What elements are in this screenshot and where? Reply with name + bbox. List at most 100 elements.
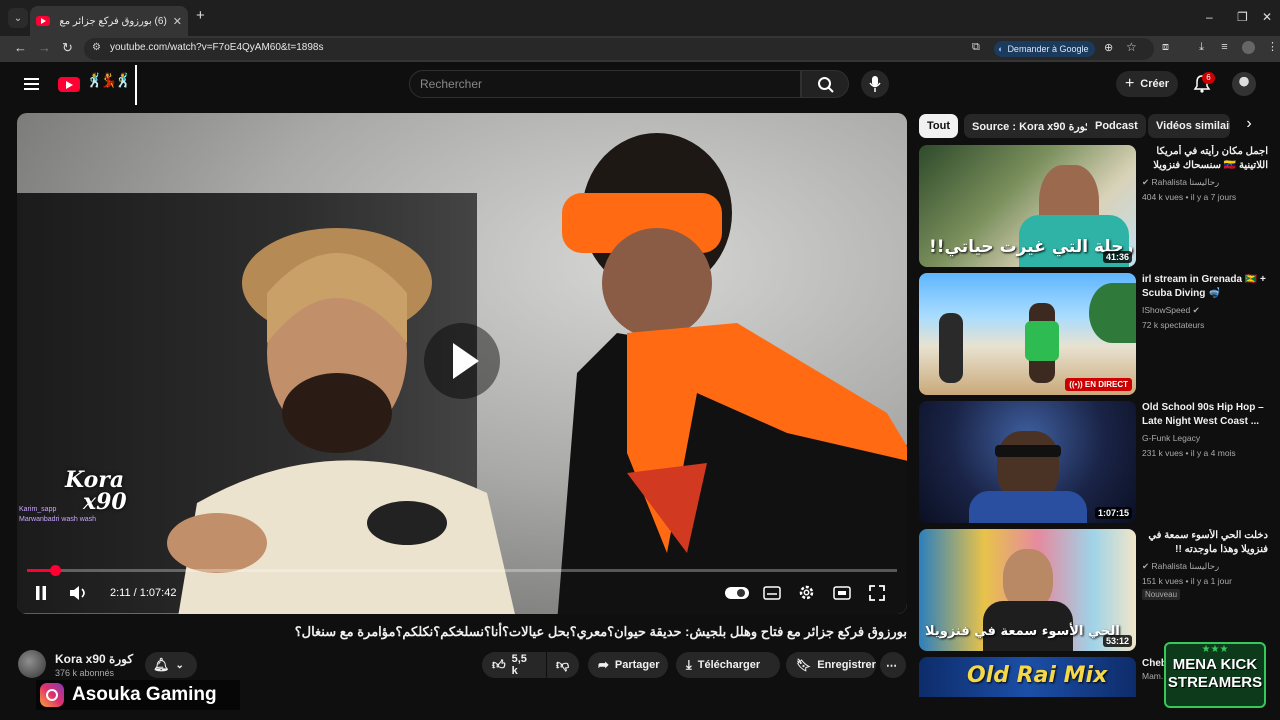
autoplay-toggle[interactable] [725,587,749,599]
youtube-doodle-icon[interactable]: 🕺💃🕺 [86,72,132,96]
youtube-favicon-icon [36,16,50,26]
guide-menu-icon[interactable] [24,77,40,91]
tab-title: (6) بورزوق فركع جزائر مع فتاح [56,15,167,27]
chrome-menu-icon[interactable]: ⋮ [1266,41,1279,54]
recommendation-title[interactable]: irl stream in Grenada 🇬🇩 + Scuba Diving … [1142,273,1268,301]
recommendation-item[interactable]: !!رحلة التي غيرت حياتي 41:36 اجمل مكان ر… [919,145,1269,267]
settings-gear-icon[interactable] [798,584,815,601]
theater-mode-icon[interactable] [833,586,851,600]
recommendation-meta: 72 k spectateurs [1142,320,1205,330]
stars-icon: ★★★ [1201,644,1229,655]
bookmark-icon: 🔖︎ [796,658,812,672]
progress-scrubber[interactable] [49,565,61,576]
bookmark-star-icon[interactable]: ☆ [1126,40,1137,54]
zoom-icon[interactable]: ⊕ [1104,41,1113,54]
recommendation-thumbnail[interactable]: ((•)) EN DIRECT [919,273,1136,395]
create-button[interactable]: + Créer [1116,71,1178,97]
share-button[interactable]: ➦ Partager [588,652,668,678]
chip-source[interactable]: Source : Kora x90 كورة [964,114,1099,138]
channel-name[interactable]: Kora x90 كورة [55,652,133,666]
chip-podcast[interactable]: Podcast [1087,114,1146,138]
tab-search-icon[interactable]: ⌄ [8,8,28,28]
fullscreen-icon[interactable] [869,585,885,601]
recommendation-item[interactable]: ((•)) EN DIRECT irl stream in Grenada 🇬🇩… [919,273,1269,395]
ask-google-button[interactable]: ◐ Demander à Google [994,41,1095,57]
site-info-icon[interactable]: ⚙ [92,42,101,53]
recommendation-meta: 231 k vues • il y a 4 mois [1142,448,1236,458]
recommendation-title[interactable]: Old School 90s Hip Hop – Late Night West… [1142,401,1268,429]
tab-close-icon[interactable]: ✕ [173,15,182,28]
play-button-overlay[interactable] [424,323,500,399]
thumbnail-caption: الحي الأسوء سمعة في فنزويلا [925,624,1120,639]
video-frame-person-hat [167,228,515,614]
pause-icon[interactable] [35,586,47,600]
text-cursor-divider [135,65,137,105]
channel-avatar[interactable] [18,650,46,678]
chip-similar-videos[interactable]: Vidéos similaires [1148,114,1230,138]
thumbnail-tree [1089,283,1136,343]
recommendation-item[interactable]: الحي الأسوء سمعة في فنزويلا 53:12 دخلت ا… [919,529,1269,651]
share-label: Partager [614,659,660,671]
thumbnail-shirt [1025,321,1059,361]
chevron-down-icon: ⌄ [175,659,184,671]
google-lens-icon: ◐ [998,44,1004,54]
volume-icon[interactable] [69,585,89,601]
recommendation-meta: 404 k vues • il y a 7 jours [1142,192,1237,202]
recommendation-thumbnail[interactable]: Old Rai Mix [919,657,1136,697]
subscriber-count: 376 k abonnés [55,668,115,678]
recommendation-channel[interactable]: ✔ Rahalista رحاليستا [1142,177,1219,188]
video-player[interactable]: Kora x90 Karim_sapp Marwanbadri wash was… [17,113,907,614]
chip-all[interactable]: Tout [919,114,959,138]
recommendation-channel[interactable]: ✔ Rahalista رحاليستا [1142,561,1219,572]
chips-next-chevron-icon[interactable]: › [1238,115,1260,137]
save-button[interactable]: 🔖︎ Enregistrer [786,652,876,678]
minimize-icon[interactable]: – [1206,10,1213,24]
recommendation-channel[interactable]: IShowSpeed ✔ [1142,305,1200,316]
forward-icon[interactable]: → [38,40,51,55]
save-label: Enregistrer [817,659,876,671]
url-field[interactable]: ⚙ youtube.com/watch?v=F7oE4QyAM60&t=1898… [84,38,1154,60]
extensions-icon[interactable]: ⧈ [1159,41,1172,54]
live-label: EN DIRECT [1084,380,1128,389]
maximize-icon[interactable]: ❐ [1237,10,1248,24]
time-display: 2:11 / 1:07:42 [110,587,177,599]
recommendation-item[interactable]: 1:07:15 Old School 90s Hip Hop – Late Ni… [919,401,1269,523]
dislike-button[interactable]: 👎︎ [547,652,579,678]
profile-icon[interactable] [1242,41,1255,54]
recommendation-thumbnail[interactable]: 1:07:15 [919,401,1136,523]
thumbnail-shirt [969,491,1087,523]
subtitles-icon[interactable] [763,586,781,600]
like-count: 5,5 k [511,653,527,677]
search-button[interactable] [801,70,849,98]
share-arrow-icon: ➦ [598,657,609,672]
recommendation-channel[interactable]: G-Funk Legacy [1142,433,1200,443]
install-app-icon[interactable]: ⧉ [972,41,980,54]
voice-search-button[interactable] [861,70,889,98]
like-button[interactable]: 👍︎ 5,5 k [482,652,546,678]
recommendation-thumbnail[interactable]: !!رحلة التي غيرت حياتي 41:36 [919,145,1136,267]
browser-tab[interactable]: (6) بورزوق فركع جزائر مع فتاح ✕ [30,6,188,36]
thumbs-up-icon: 👍︎ [492,657,506,672]
progress-bar[interactable] [27,565,897,576]
reading-list-icon[interactable]: ≡ [1218,41,1231,54]
thumbnail-person [939,313,963,383]
new-tab-icon[interactable]: + [196,7,205,24]
video-duration: 53:12 [1102,635,1132,647]
youtube-logo-icon[interactable] [58,77,80,92]
recommendation-title[interactable]: اجمل مكان رأيته في أمريكا اللاتينية 🇻🇪 س… [1142,145,1268,173]
user-avatar[interactable] [1232,72,1256,96]
close-window-icon[interactable]: ✕ [1262,10,1272,24]
download-button[interactable]: ⤓ Télécharger [676,652,780,678]
recommendation-meta: 151 k vues • il y a 1 jour [1142,576,1232,586]
url-text: youtube.com/watch?v=F7oE4QyAM60&t=1898s [110,42,324,53]
subscribe-bell-button[interactable]: 🔔︎ ⌄ [145,652,197,678]
notification-count-badge: 6 [1202,72,1215,84]
recommendation-title[interactable]: دخلت الحي الأسوء سمعة في فنزويلا وهذا ما… [1142,529,1268,557]
back-icon[interactable]: ← [14,40,27,55]
downloads-icon[interactable]: ⤓ [1195,41,1208,54]
reload-icon[interactable]: ↻ [62,40,73,56]
more-actions-button[interactable]: ⋯ [880,652,906,678]
search-input[interactable]: Rechercher [409,70,801,98]
recommendation-thumbnail[interactable]: الحي الأسوء سمعة في فنزويلا 53:12 [919,529,1136,651]
instagram-overlay: Asouka Gaming [36,680,240,710]
